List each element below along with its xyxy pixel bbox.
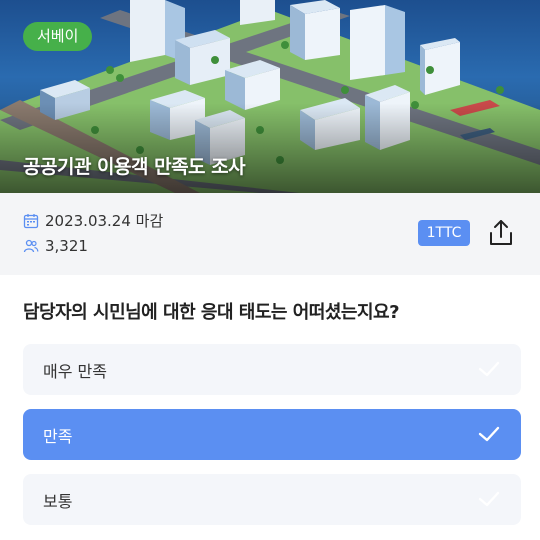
deadline-text: 2023.03.24 마감 — [45, 212, 164, 230]
option-label: 매우 만족 — [43, 361, 107, 381]
share-icon[interactable] — [487, 218, 515, 248]
hero-banner[interactable]: 서베이 공공기관 이용객 만족도 조사 — [0, 0, 540, 193]
hero-shade — [0, 103, 540, 193]
participants-count: 3,321 — [45, 237, 88, 255]
reward-badge: 1TTC — [418, 220, 470, 246]
question-text: 담당자의 시민님에 대한 응대 태도는 어떠셨는지요? — [23, 302, 400, 323]
calendar-icon — [23, 213, 39, 228]
option-label: 만족 — [43, 426, 73, 446]
people-icon — [23, 239, 39, 253]
check-icon — [478, 426, 500, 442]
option-satisfied[interactable]: 만족 — [23, 409, 521, 460]
option-neutral[interactable]: 보통 — [23, 474, 521, 525]
check-icon — [478, 491, 500, 507]
deadline-row: 2023.03.24 마감 — [23, 210, 163, 231]
participants-row: 3,321 — [23, 237, 88, 255]
category-tag: 서베이 — [23, 22, 93, 51]
check-icon — [478, 361, 500, 377]
survey-title: 공공기관 이용객 만족도 조사 — [23, 156, 246, 178]
option-very-satisfied[interactable]: 매우 만족 — [23, 344, 521, 395]
option-label: 보통 — [43, 491, 73, 511]
